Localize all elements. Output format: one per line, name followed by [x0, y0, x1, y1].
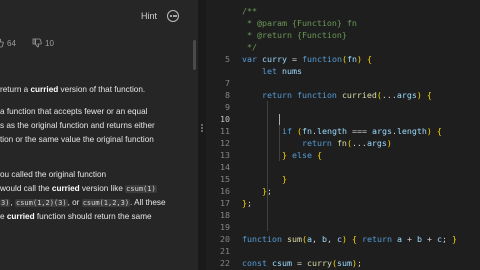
- more-options-icon[interactable]: [167, 10, 179, 22]
- code-line[interactable]: 10: [206, 113, 480, 125]
- code-text: if (fn.length === args.length) {: [281, 126, 442, 136]
- line-number: 18: [220, 210, 230, 220]
- like-count: 64: [7, 38, 16, 48]
- code-text: var curry = function(fn) {: [242, 54, 372, 64]
- dislike-button[interactable]: 10: [32, 36, 54, 50]
- line-number: 21: [220, 246, 230, 256]
- line-number: 12: [220, 138, 230, 148]
- code-text: };: [242, 198, 252, 208]
- line-number: 17: [220, 198, 230, 208]
- line-number: 19: [220, 222, 230, 232]
- description-line: tion or the same value the original func…: [0, 135, 154, 144]
- code-text: */: [242, 42, 257, 52]
- code-text: } else {: [281, 150, 322, 160]
- line-number: 5: [225, 54, 230, 64]
- line-number: 16: [220, 186, 230, 196]
- line-number: 11: [220, 126, 230, 136]
- hint-tab[interactable]: Hint: [141, 11, 157, 21]
- code-text: * @return {Function}: [242, 30, 347, 40]
- code-text: /**: [242, 6, 257, 16]
- code-text: const csum = curry(sum);: [242, 258, 362, 268]
- code-line[interactable]: 8 return function curried(...args) {: [206, 89, 480, 101]
- line-number: 22: [220, 258, 230, 268]
- description-panel: Hint 64 10 return a curried version of t…: [0, 0, 198, 270]
- code-line[interactable]: 15 }: [206, 173, 480, 185]
- code-line[interactable]: 22 const csum = curry(sum);: [206, 257, 480, 269]
- code-line[interactable]: 21: [206, 245, 480, 257]
- like-button[interactable]: 64: [0, 36, 16, 50]
- dislike-count: 10: [45, 38, 54, 48]
- line-number: 20: [220, 234, 230, 244]
- code-text: return fn(...args): [301, 138, 392, 148]
- thumbs-down-icon: [32, 38, 42, 48]
- description-line: e curried function should return the sam…: [0, 212, 152, 221]
- code-line[interactable]: * @param {Function} fn: [206, 17, 480, 29]
- code-line[interactable]: 17};: [206, 197, 480, 209]
- code-line[interactable]: 5 var curry = function(fn) {: [206, 53, 480, 65]
- code-line[interactable]: let nums: [206, 65, 480, 77]
- code-line[interactable]: 13 } else {: [206, 149, 480, 161]
- code-line[interactable]: 16 };: [206, 185, 480, 197]
- description-line: return a curried version of that functio…: [0, 85, 146, 94]
- line-number: 15: [220, 174, 230, 184]
- panel-header: Hint: [0, 0, 198, 36]
- code-editor[interactable]: /** * @param {Function} fn * @return {Fu…: [206, 0, 480, 270]
- description-scrollbar[interactable]: [193, 40, 196, 70]
- panel-gap: [198, 0, 206, 270]
- code-text: function sum(a, b, c) { return a + b + c…: [242, 234, 457, 244]
- code-line[interactable]: 7: [206, 77, 480, 89]
- resize-handle[interactable]: [201, 124, 203, 132]
- code-line[interactable]: 12 return fn(...args): [206, 137, 480, 149]
- line-number: 10: [220, 114, 230, 124]
- code-line[interactable]: 9: [206, 101, 480, 113]
- indent-guide: [267, 101, 268, 231]
- code-text: }: [281, 174, 287, 184]
- code-line[interactable]: /**: [206, 5, 480, 17]
- line-number: 13: [220, 150, 230, 160]
- line-number: 7: [225, 78, 230, 88]
- description-line: 3), csum(1,2)(3), or csum(1,2,3). All th…: [0, 198, 166, 207]
- code-line[interactable]: */: [206, 41, 480, 53]
- line-number: 8: [225, 90, 230, 100]
- code-line[interactable]: 19: [206, 221, 480, 233]
- line-number: 14: [220, 162, 230, 172]
- thumbs-up-icon: [0, 38, 4, 48]
- code-text: let nums: [261, 66, 302, 76]
- code-line[interactable]: 18: [206, 209, 480, 221]
- description-line: s as the original function and returns e…: [0, 121, 155, 130]
- description-line: ou called the original function: [0, 170, 107, 179]
- code-line[interactable]: * @return {Function}: [206, 29, 480, 41]
- description-line: a function that accepts fewer or an equa…: [0, 107, 148, 116]
- code-line[interactable]: 11 if (fn.length === args.length) {: [206, 125, 480, 137]
- code-line[interactable]: 20 function sum(a, b, c) { return a + b +…: [206, 233, 480, 245]
- line-number: 9: [225, 102, 230, 112]
- indent-guide: [279, 125, 280, 161]
- code-text: return function curried(...args) {: [261, 90, 432, 100]
- code-text: * @param {Function} fn: [242, 18, 357, 28]
- code-line[interactable]: 14: [206, 161, 480, 173]
- description-line: would call the curried version like csum…: [0, 184, 157, 193]
